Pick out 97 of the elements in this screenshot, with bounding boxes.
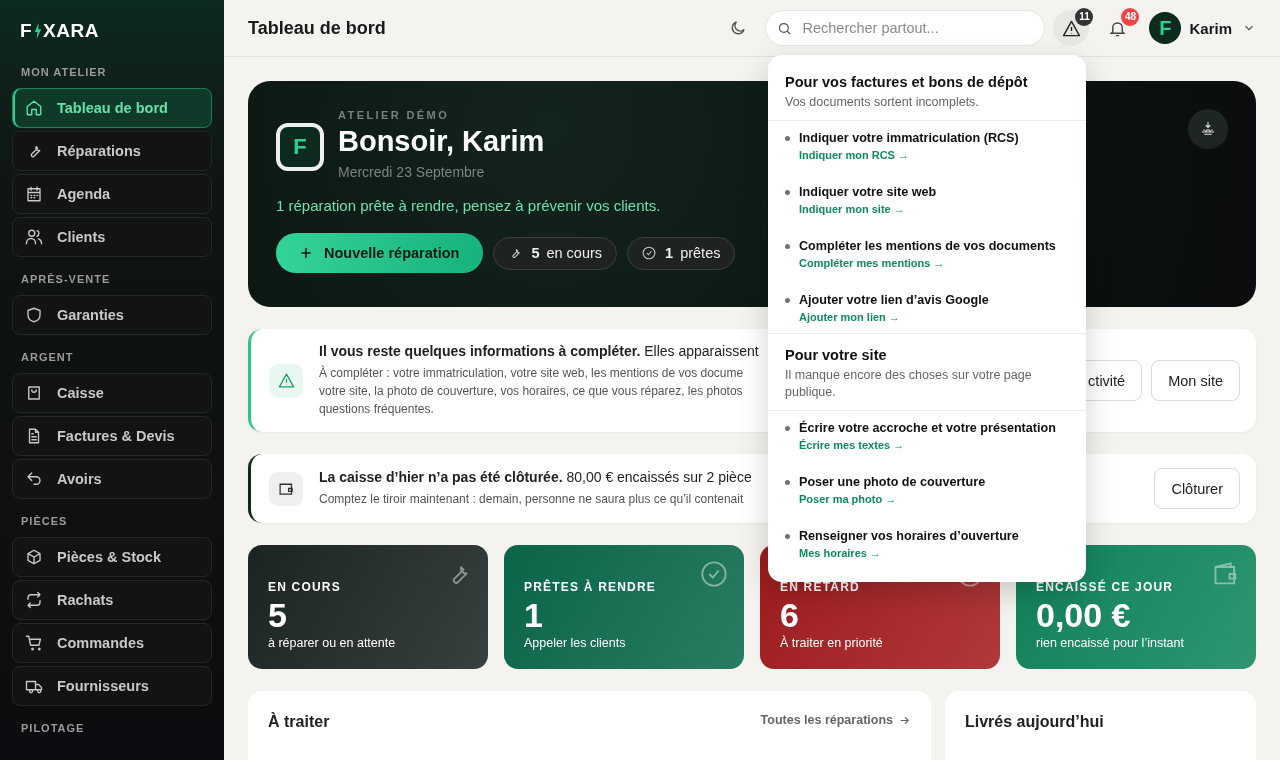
sunset-icon xyxy=(1199,120,1217,138)
section-heading: APRÈS-VENTE xyxy=(21,273,111,285)
undo-arrow-icon xyxy=(25,470,43,488)
warning-icon xyxy=(1061,18,1081,38)
new-repair-button[interactable]: Nouvelle réparation xyxy=(276,233,484,273)
alert-text: votre site, la photo de couverture, vos horaires, ce que vous réparez, les photos xyxy=(319,383,743,400)
lightning-icon xyxy=(33,22,43,40)
alert-title: La caisse d’hier n’a pas été clôturée. 80,00 € encaissés sur 2 pièce xyxy=(319,469,752,485)
task-link[interactable]: Compléter mes mentions → xyxy=(799,257,945,270)
section-heading: PILOTAGE xyxy=(21,722,85,734)
panel-title: Livrés aujourd’hui xyxy=(965,713,1104,731)
sunset-button[interactable] xyxy=(1188,109,1228,149)
nav-item[interactable]: Caisse xyxy=(12,373,212,413)
all-repairs-link[interactable]: Toutes les réparations xyxy=(760,713,911,727)
home-icon xyxy=(25,99,43,117)
alert-text: Comptez le tiroir maintenant : demain, personne ne saura plus ce qu’il contenait xyxy=(319,491,744,508)
task-title: Compléter les mentions de vos documents xyxy=(799,239,1056,254)
nav-item[interactable]: Avoirs xyxy=(12,459,212,499)
stat-caption: À traiter en priorité xyxy=(780,636,883,650)
stat-caption: Appeler les clients xyxy=(524,636,626,650)
count-badge: 11 xyxy=(1075,8,1094,26)
bullet-icon xyxy=(785,298,790,304)
workshop-name: ATELIER DÉMO xyxy=(338,109,451,121)
dropdown-heading: Pour votre site xyxy=(785,347,888,364)
section-heading: MON ATELIER xyxy=(21,66,107,78)
swap-arrows-icon xyxy=(25,591,43,609)
task-link[interactable]: Ajouter mon lien → xyxy=(799,311,900,324)
task-title: Ajouter votre lien d’avis Google xyxy=(799,293,989,308)
nav-item[interactable]: Commandes xyxy=(12,623,212,663)
panel-title: À traiter xyxy=(268,713,330,731)
users-icon xyxy=(25,228,43,246)
dropdown-heading: Pour vos factures et bons de dépôt xyxy=(785,74,1029,90)
task-title: Renseigner vos horaires d’ouverture xyxy=(799,528,1019,543)
bullet-icon xyxy=(785,425,790,431)
nav-item[interactable]: Tableau de bord xyxy=(12,88,212,128)
task-link[interactable]: Mes horaires → xyxy=(799,546,881,559)
dropdown-subtitle: Il manque encore des choses sur votre page publique. xyxy=(785,367,1033,400)
action-button[interactable]: Mon site xyxy=(1151,360,1240,401)
stat-label: EN COURS xyxy=(268,580,341,594)
task-title: Écrire votre accroche et votre présentation xyxy=(799,420,1056,435)
bag-icon xyxy=(25,384,43,402)
alert-title: Il vous reste quelques informations à compléter. Elles apparaissent xyxy=(319,343,759,359)
task-link[interactable]: Poser ma photo → xyxy=(799,492,897,505)
page-title: Tableau de bord xyxy=(248,17,386,39)
nav-item[interactable]: Pièces & Stock xyxy=(12,537,212,577)
task-link[interactable]: Indiquer mon site → xyxy=(799,203,905,216)
section-heading: ARGENT xyxy=(21,351,74,363)
stat-value: 0,00 € xyxy=(1036,595,1131,635)
task-title: Poser une photo de couverture xyxy=(799,474,986,489)
cart-icon xyxy=(25,634,43,652)
stat-caption: à réparer ou en attente xyxy=(268,636,396,650)
greeting: Bonsoir, Karim xyxy=(338,125,545,158)
nav-item[interactable]: Fournisseurs xyxy=(12,666,212,706)
nav-item[interactable]: Réparations xyxy=(12,131,212,171)
nav-item[interactable]: Clients xyxy=(12,217,212,257)
nav-item[interactable]: Factures & Devis xyxy=(12,416,212,456)
status-message: 1 réparation prête à rendre, pensez à prévenir vos clients. xyxy=(276,197,661,214)
wallet-icon xyxy=(269,471,303,506)
stat-value: 6 xyxy=(780,595,799,635)
alert-text: À compléter : votre immatriculation, votre site web, les mentions de vos docume xyxy=(319,364,744,382)
workshop-logo: F xyxy=(276,123,324,171)
nav-item[interactable]: Rachats xyxy=(12,580,212,620)
in-progress-chip[interactable]: 5 en cours xyxy=(493,236,618,270)
ready-chip[interactable]: 1 prêtes xyxy=(627,236,736,270)
bullet-icon xyxy=(785,479,790,485)
bullet-icon xyxy=(785,190,790,196)
nav-item[interactable]: Garanties xyxy=(12,295,212,335)
brand-logo: F XARA xyxy=(20,20,99,42)
count-badge: 48 xyxy=(1121,8,1140,26)
box-icon xyxy=(25,548,43,566)
task-title: Indiquer votre immatriculation (RCS) xyxy=(799,131,1019,146)
bullet-icon xyxy=(785,533,790,539)
warning-icon xyxy=(269,363,303,398)
stat-value: 1 xyxy=(524,595,543,635)
task-link[interactable]: Écrire mes textes → xyxy=(799,438,905,451)
warning-button[interactable] xyxy=(1053,10,1090,46)
stat-label: ENCAISSÉ CE JOUR xyxy=(1036,580,1174,594)
search-field[interactable]: Rechercher partout... xyxy=(765,10,1046,46)
user-avatar[interactable]: F xyxy=(1149,12,1182,44)
dropdown-subtitle: Vos documents sortent incomplets. xyxy=(785,94,980,111)
stat-caption: rien encaissé pour l’instant xyxy=(1036,636,1184,650)
bullet-icon xyxy=(785,136,790,142)
shield-icon xyxy=(25,306,43,324)
alert-text: questions fréquentes. xyxy=(319,401,434,418)
task-title: Indiquer votre site web xyxy=(799,185,937,200)
date: Mercredi 23 Septembre xyxy=(338,164,486,180)
plus-icon xyxy=(298,245,314,261)
stat-label: EN RETARD xyxy=(780,580,860,594)
user-name[interactable]: Karim xyxy=(1189,19,1232,37)
bullet-icon xyxy=(785,244,790,250)
stat-label: PRÊTES À RENDRE xyxy=(524,580,657,594)
calendar-icon xyxy=(25,185,43,203)
nav-item[interactable]: Agenda xyxy=(12,174,212,214)
action-button[interactable]: Clôturer xyxy=(1154,468,1240,509)
section-heading: PIÈCES xyxy=(21,515,68,527)
task-link[interactable]: Indiquer mon RCS → xyxy=(799,149,909,162)
stat-value: 5 xyxy=(268,595,287,635)
